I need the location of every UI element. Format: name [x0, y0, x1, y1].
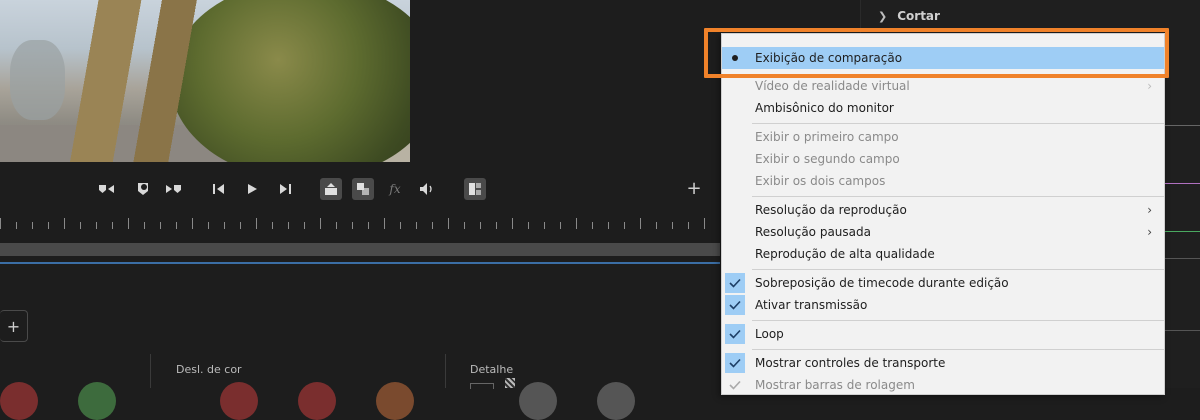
- mark-in-button[interactable]: [96, 178, 118, 200]
- chevron-right-icon: ›: [1147, 79, 1152, 93]
- checkmark-icon: [725, 273, 745, 293]
- detail-toggle[interactable]: [470, 383, 494, 389]
- texture-icon: [505, 378, 515, 388]
- audio-button[interactable]: [416, 178, 438, 200]
- divider: [445, 354, 446, 388]
- checkmark-icon: [725, 353, 745, 373]
- go-to-in-button[interactable]: [209, 178, 231, 200]
- chevron-right-icon: ❯: [878, 9, 888, 23]
- menu-separator: [752, 320, 1164, 321]
- chevron-right-icon: ›: [1147, 203, 1152, 217]
- checkmark-icon: [725, 375, 745, 395]
- button-editor-plus[interactable]: +: [686, 180, 702, 198]
- menu-separator: [752, 196, 1164, 197]
- cortar-section[interactable]: ❯ Cortar: [878, 5, 940, 27]
- menu-item-first-field[interactable]: Exibir o primeiro campo: [722, 126, 1164, 148]
- menu-item-second-field[interactable]: Exibir o segundo campo: [722, 148, 1164, 170]
- fx-button[interactable]: fx: [384, 178, 406, 200]
- menu-separator: [752, 123, 1164, 124]
- menu-item-show-transport-controls[interactable]: Mostrar controles de transporte: [722, 352, 1164, 374]
- menu-item-playback-resolution[interactable]: Resolução da reprodução ›: [722, 199, 1164, 221]
- go-to-out-button[interactable]: [273, 178, 295, 200]
- section-label-desl-cor: Desl. de cor: [176, 363, 242, 376]
- menu-item-both-fields[interactable]: Exibir os dois campos: [722, 170, 1164, 192]
- monitor-context-menu: Exibição de comparação Vídeo de realidad…: [721, 33, 1165, 395]
- menu-item-loop[interactable]: Loop: [722, 323, 1164, 345]
- menu-item-enable-transmit[interactable]: Ativar transmissão: [722, 294, 1164, 316]
- lift-button[interactable]: [320, 178, 342, 200]
- chevron-right-icon: ›: [1147, 225, 1152, 239]
- menu-item-show-scrollbars[interactable]: Mostrar barras de rolagem: [722, 374, 1164, 396]
- menu-item-monitor-ambisonics[interactable]: Ambisônico do monitor: [722, 97, 1164, 119]
- checkmark-icon: [725, 324, 745, 344]
- menu-item-timecode-overlay[interactable]: Sobreposição de timecode durante edição: [722, 272, 1164, 294]
- add-panel-button[interactable]: +: [0, 310, 28, 342]
- time-ruler[interactable]: [0, 215, 720, 233]
- extract-button[interactable]: [352, 178, 374, 200]
- highlight-annotation: [704, 28, 1169, 78]
- checkmark-icon: [725, 295, 745, 315]
- section-label-detalhe: Detalhe: [470, 363, 514, 376]
- divider: [150, 354, 151, 388]
- cortar-label: Cortar: [897, 9, 940, 23]
- menu-separator: [752, 269, 1164, 270]
- play-button[interactable]: [241, 178, 263, 200]
- add-marker-button[interactable]: [132, 178, 154, 200]
- zoom-scroll-bar[interactable]: [0, 243, 720, 256]
- playhead-line: [0, 262, 720, 264]
- menu-item-paused-resolution[interactable]: Resolução pausada ›: [722, 221, 1164, 243]
- transport-controls: fx: [96, 178, 496, 200]
- program-monitor-video: [0, 0, 410, 162]
- mark-out-button[interactable]: [162, 178, 184, 200]
- compare-view-button[interactable]: [464, 178, 486, 200]
- menu-separator: [752, 349, 1164, 350]
- menu-item-vr-video[interactable]: Vídeo de realidade virtual ›: [722, 75, 1164, 97]
- menu-item-high-quality-playback[interactable]: Reprodução de alta qualidade: [722, 243, 1164, 265]
